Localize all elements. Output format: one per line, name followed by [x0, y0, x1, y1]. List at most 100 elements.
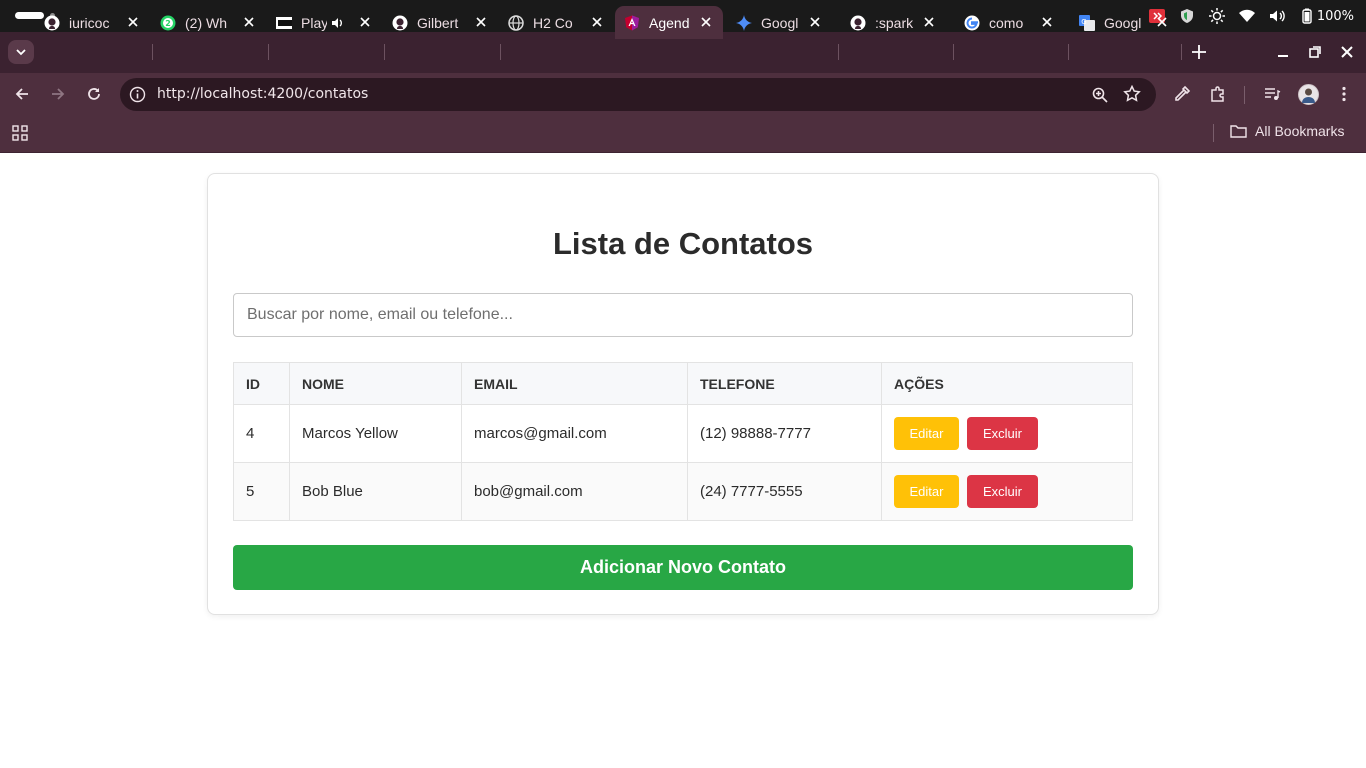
cell-acoes: Editar Excluir — [881, 462, 1133, 521]
column-header-id: ID — [233, 362, 290, 405]
chevron-down-icon — [16, 49, 26, 56]
new-tab-icon[interactable] — [1189, 42, 1209, 62]
tab-separator — [384, 44, 385, 60]
tab-title: (2) Wh — [185, 14, 227, 31]
gemini-icon — [736, 14, 752, 31]
table-row: 5 Bob Blue bob@gmail.com (24) 7777-5555 … — [233, 462, 1133, 521]
bookmark-star-icon[interactable] — [1123, 85, 1141, 103]
tab-github-iuricode[interactable]: iuricoc — [44, 6, 150, 39]
column-header-telefone: TELEFONE — [687, 362, 882, 405]
tab-whatsapp[interactable]: 2 (2) Wh — [160, 6, 266, 39]
tab-title: H2 Co — [533, 14, 573, 31]
apps-grid-icon[interactable] — [12, 125, 28, 141]
volume-icon[interactable] — [1269, 8, 1285, 24]
tab-google-translate[interactable]: G Googl — [1079, 6, 1179, 39]
tab-agenda-active[interactable]: Agend — [615, 6, 723, 39]
all-bookmarks-button[interactable]: All Bookmarks — [1230, 123, 1344, 139]
reload-icon — [88, 88, 100, 100]
table-header-row: ID NOME EMAIL TELEFONE AÇÕES — [233, 362, 1133, 405]
close-window-icon[interactable] — [1339, 44, 1355, 60]
search-input[interactable] — [233, 293, 1133, 337]
tab-title: Gilbert — [417, 14, 459, 31]
tab-google-search[interactable]: como — [964, 6, 1064, 39]
close-icon[interactable] — [358, 15, 372, 29]
github-icon — [392, 15, 408, 31]
delete-button[interactable]: Excluir — [967, 475, 1038, 508]
tab-github-sparkles[interactable]: :spark — [850, 6, 946, 39]
tab-separator — [268, 44, 269, 60]
restore-icon[interactable] — [1307, 44, 1323, 60]
zoom-icon[interactable] — [1091, 86, 1109, 104]
close-icon[interactable] — [699, 15, 713, 29]
tab-gemini[interactable]: Googl — [736, 6, 832, 39]
edit-button[interactable]: Editar — [894, 475, 959, 508]
edit-button[interactable]: Editar — [894, 417, 959, 450]
angular-icon — [624, 15, 640, 31]
cell-id: 5 — [233, 462, 290, 521]
github-icon — [44, 15, 60, 31]
system-tray[interactable]: 100% — [1148, 6, 1354, 26]
cell-telefone: (12) 98888-7777 — [687, 404, 882, 463]
delete-button[interactable]: Excluir — [967, 417, 1038, 450]
browser-menu-button[interactable] — [1333, 83, 1355, 105]
tab-separator — [1068, 44, 1069, 60]
media-icon — [276, 15, 292, 31]
all-bookmarks-label: All Bookmarks — [1255, 123, 1345, 139]
profile-avatar[interactable] — [1298, 84, 1319, 105]
more-vertical-icon — [1342, 86, 1346, 102]
cell-id: 4 — [233, 404, 290, 463]
close-icon[interactable] — [242, 15, 256, 29]
shield-icon[interactable] — [1179, 8, 1195, 24]
close-icon[interactable] — [126, 15, 140, 29]
tab-play[interactable]: Play — [276, 6, 382, 39]
puzzle-icon — [1211, 86, 1224, 102]
arrow-left-icon — [15, 88, 28, 100]
tab-title: iuricoc — [69, 14, 110, 31]
minimize-icon[interactable] — [1275, 44, 1291, 60]
close-icon[interactable] — [590, 15, 604, 29]
tab-title: Play — [301, 14, 327, 31]
media-queue-icon — [1265, 88, 1281, 100]
battery-percentage: 100% — [1316, 8, 1354, 24]
url-text[interactable]: http://localhost:4200/contatos — [157, 86, 368, 102]
close-icon[interactable] — [1155, 15, 1169, 29]
back-button[interactable] — [11, 83, 33, 105]
battery-icon[interactable] — [1299, 8, 1315, 24]
reload-button[interactable] — [83, 83, 105, 105]
close-icon[interactable] — [808, 15, 822, 29]
address-bar[interactable]: http://localhost:4200/contatos — [120, 78, 1156, 111]
whatsapp-icon: 2 — [160, 15, 176, 31]
google-icon — [964, 15, 980, 31]
google-translate-icon: G — [1079, 14, 1095, 31]
wifi-icon[interactable] — [1238, 8, 1255, 24]
site-info-icon[interactable] — [129, 86, 146, 103]
toolbar-separator — [1244, 86, 1245, 104]
media-controls-button[interactable] — [1261, 83, 1283, 105]
contacts-card: Lista de Contatos ID NOME EMAIL TELEFONE… — [207, 173, 1159, 615]
tab-title: :spark — [875, 14, 914, 31]
brightness-icon[interactable] — [1208, 8, 1225, 24]
cell-email: bob@gmail.com — [461, 462, 688, 521]
eyedropper-button[interactable] — [1171, 83, 1193, 105]
tab-separator — [500, 44, 501, 60]
svg-text:2: 2 — [165, 19, 171, 28]
close-icon[interactable] — [1040, 15, 1054, 29]
audio-playing-icon[interactable] — [331, 16, 345, 30]
close-icon[interactable] — [922, 15, 936, 29]
tab-search-button[interactable] — [8, 40, 34, 64]
tab-separator — [1181, 44, 1182, 60]
extensions-button[interactable] — [1207, 83, 1229, 105]
bookmarks-bar: All Bookmarks — [0, 115, 1366, 153]
close-icon[interactable] — [474, 15, 488, 29]
page-viewport: Lista de Contatos ID NOME EMAIL TELEFONE… — [0, 153, 1366, 768]
globe-icon — [508, 14, 524, 31]
cell-nome: Bob Blue — [289, 462, 462, 521]
browser-toolbar: http://localhost:4200/contatos — [0, 73, 1366, 115]
svg-text:G: G — [1081, 18, 1086, 26]
tab-github-gilbert[interactable]: Gilbert — [392, 6, 498, 39]
tab-h2-console[interactable]: H2 Co — [508, 6, 614, 39]
add-contact-button[interactable]: Adicionar Novo Contato — [233, 545, 1133, 590]
tab-title: como — [989, 14, 1024, 31]
column-header-acoes: AÇÕES — [881, 362, 1133, 405]
forward-button[interactable] — [47, 83, 69, 105]
